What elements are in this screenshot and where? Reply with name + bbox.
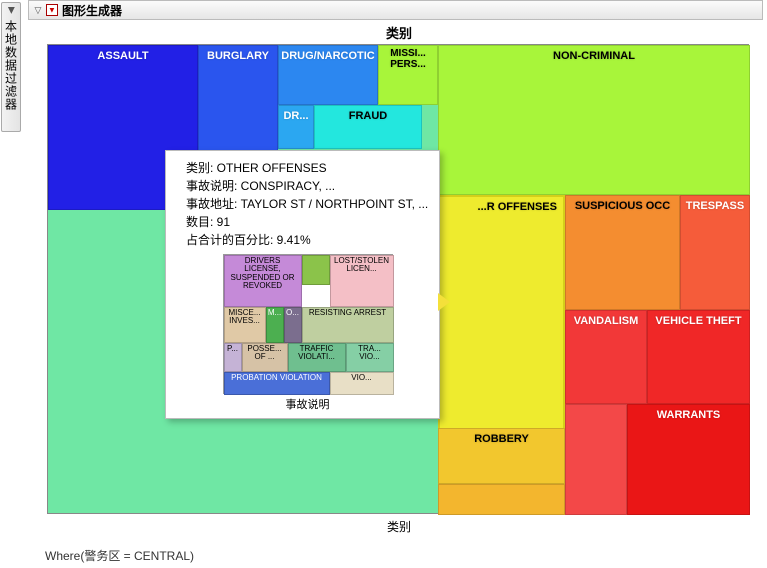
panel-header: ▽ ▲ 图形生成器 (28, 0, 763, 20)
tooltip-line-address: 事故地址: TAYLOR ST / NORTHPOINT ST, ... (186, 195, 429, 212)
mini-cell: VIO... (330, 372, 394, 395)
mini-cell: MISCE... INVES... (224, 307, 266, 343)
cell-drug[interactable]: DRUG/NARCOTIC (278, 45, 378, 105)
mini-cell: PROBATION VIOLATION (224, 372, 330, 395)
cell-robbery[interactable]: ROBBERY (438, 428, 565, 484)
tooltip-line-desc: 事故说明: CONSPIRACY, ... (186, 177, 429, 194)
where-clause: Where(警务区 = CENTRAL) (45, 547, 194, 564)
tooltip-line-pct: 占合计的百分比: 9.41% (186, 231, 429, 248)
disclosure-icon[interactable]: ▽ (33, 5, 43, 15)
highlight-marker-icon (438, 293, 450, 311)
side-panel-label: 本地数据过滤器 (3, 20, 20, 111)
mini-cell (302, 255, 330, 285)
cell-filler-br[interactable] (565, 404, 627, 515)
cell-other-offenses[interactable]: ...R OFFENSES (438, 195, 565, 458)
mini-cell: POSSE... OF ... (242, 343, 288, 372)
cell-vandalism[interactable]: VANDALISM (565, 310, 647, 404)
cell-noncriminal[interactable]: NON-CRIMINAL (438, 45, 750, 195)
cell-filler-bm[interactable] (438, 484, 565, 515)
axis-title-bottom: 类别 (45, 518, 753, 535)
mini-cell: RESISTING ARREST (302, 307, 394, 343)
mini-cell: TRAFFIC VIOLATI... (288, 343, 346, 372)
cell-vehicle-theft[interactable]: VEHICLE THEFT (647, 310, 750, 404)
cell-missing[interactable]: MISSI... PERS... (378, 45, 438, 105)
axis-title-top: 类别 (45, 24, 753, 44)
mini-cell: O... (284, 307, 302, 343)
cell-warrants[interactable]: WARRANTS (627, 404, 750, 515)
cell-trespass[interactable]: TRESPASS (680, 195, 750, 310)
panel-hotspot-icon[interactable]: ▲ (46, 4, 58, 16)
mini-caption: 事故说明 (186, 396, 429, 412)
cell-fraud[interactable]: FRAUD (314, 105, 422, 149)
panel-title: 图形生成器 (62, 2, 122, 19)
tooltip-line-count: 数目: 91 (186, 213, 429, 230)
tooltip-line-category: 类别: OTHER OFFENSES (186, 159, 429, 176)
hover-tooltip: 类别: OTHER OFFENSES 事故说明: CONSPIRACY, ...… (165, 150, 440, 419)
cell-suspicious[interactable]: SUSPICIOUS OCC (565, 195, 680, 310)
mini-cell: DRIVERS LICENSE, SUSPENDED OR REVOKED (224, 255, 302, 307)
mini-cell: M... (266, 307, 284, 343)
mini-cell: LOST/STOLEN LICEN... (330, 255, 394, 307)
mini-cell: TRA... VIO... (346, 343, 394, 372)
cell-dr[interactable]: DR... (278, 105, 314, 149)
side-panel-tab[interactable]: ▶ 本地数据过滤器 (1, 2, 21, 132)
tooltip-mini-treemap: DRIVERS LICENSE, SUSPENDED OR REVOKED IN… (223, 254, 393, 394)
expand-icon: ▶ (5, 7, 16, 14)
mini-cell: P... (224, 343, 242, 372)
